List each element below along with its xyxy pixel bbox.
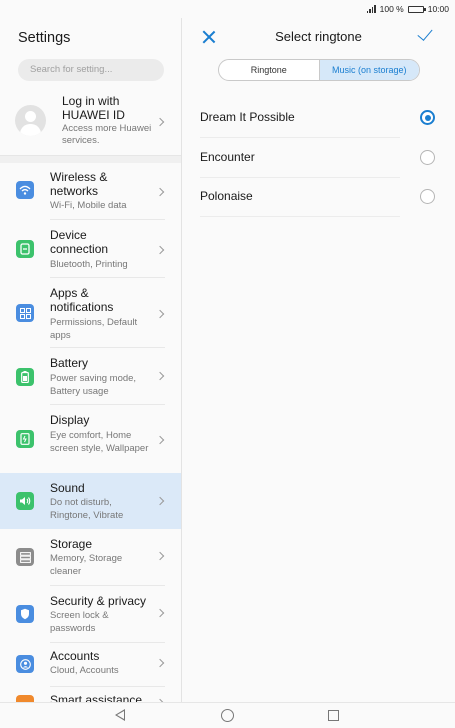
menu-item-title: Battery [50,356,89,370]
navigation-bar [0,702,455,728]
menu-item-smart-assistance[interactable]: Smart assistance [0,687,181,702]
menu-item-title: Accounts [50,649,100,663]
menu-item-title: Security & privacy [50,594,147,608]
tab-ringtone[interactable]: Ringtone [219,60,319,80]
menu-item-desc: Do not disturb, Ringtone, Vibrate [50,497,124,521]
menu-item-title: Sound [50,481,85,495]
search-input[interactable]: Search for setting... [18,59,164,81]
shield-icon [16,605,34,623]
chevron-right-icon [155,658,165,668]
chevron-right-icon [155,608,165,618]
menu-item-title: Device connection [50,228,109,256]
section-divider [0,155,181,163]
clock: 10:00 [427,4,449,14]
radio-selected[interactable] [420,110,435,125]
menu-item-battery[interactable]: Battery Power saving mode, Battery usage [0,348,181,405]
menu-item-apps-notifications[interactable]: Apps & notifications Permissions, Defaul… [0,278,181,348]
ringtone-name: Encounter [200,150,255,164]
menu-item-device-connection[interactable]: Device connection Bluetooth, Printing [0,220,181,278]
menu-item-desc: Eye comfort, Home screen style, Wallpape… [50,430,149,454]
menu-item-title: Display [50,413,90,427]
huawei-id-login[interactable]: Log in with HUAWEI ID Access more Huawei… [0,92,181,152]
radio-unselected[interactable] [420,189,435,204]
menu-item-accounts[interactable]: Accounts Cloud, Accounts [0,643,181,687]
home-icon[interactable] [221,709,234,722]
chevron-right-icon [155,435,165,445]
menu-item-storage[interactable]: Storage Memory, Storage cleaner [0,529,181,586]
menu-item-display[interactable]: Display Eye comfort, Home screen style, … [0,405,181,473]
chevron-right-icon [155,117,165,127]
chevron-right-icon [155,496,165,506]
ringtone-name: Polonaise [200,189,253,203]
menu-item-desc: Permissions, Default apps [50,317,138,341]
accounts-icon [16,655,34,673]
menu-item-title: Smart assistance [50,693,143,702]
chevron-right-icon [155,187,165,197]
battery-percent: 100 % [379,4,404,14]
menu-item-desc: Bluetooth, Printing [50,259,128,270]
ringtone-source-tabs: Ringtone Music (on storage) [218,59,420,81]
settings-pane: Settings Search for setting... Log in wi… [0,18,181,702]
recent-apps-icon[interactable] [328,710,339,721]
page-title: Select ringtone [275,29,362,44]
menu-item-wireless-networks[interactable]: Wireless & networks Wi-Fi, Mobile data [0,164,181,220]
status-bar: 100 % 10:00 [0,0,455,18]
menu-item-desc: Power saving mode, Battery usage [50,373,137,397]
menu-item-desc: Screen lock & passwords [50,610,109,634]
ringtone-item[interactable]: Dream It Possible [200,98,435,138]
apps-icon [16,304,34,322]
ringtone-item[interactable]: Polonaise [200,177,435,217]
chevron-right-icon [155,551,165,561]
account-subtitle: Access more Huawei services. [62,123,152,146]
tab-music-on-storage[interactable]: Music (on storage) [318,60,419,80]
ringtone-pane: Select ringtone Ringtone Music (on stora… [182,18,455,702]
settings-title: Settings [18,30,71,46]
battery-icon [16,368,34,386]
menu-item-title: Storage [50,537,93,551]
storage-icon [16,548,34,566]
back-icon[interactable] [115,709,125,721]
display-icon [16,430,34,448]
battery-status-icon [407,5,426,13]
chevron-right-icon [155,309,165,319]
menu-item-desc: Cloud, Accounts [50,665,119,676]
menu-item-desc: Memory, Storage cleaner [50,553,123,577]
ringtone-name: Dream It Possible [200,110,295,124]
avatar [15,105,46,136]
menu-item-desc: Wi-Fi, Mobile data [50,200,127,211]
chevron-right-icon [155,245,165,255]
sound-icon [16,492,34,510]
wifi-icon [16,181,34,199]
signal-icon [366,5,376,13]
account-title: Log in with HUAWEI ID [62,94,125,122]
menu-item-title: Wireless & networks [50,170,108,198]
menu-item-security-privacy[interactable]: Security & privacy Screen lock & passwor… [0,586,181,643]
smart-assistance-icon [16,695,34,702]
menu-item-sound[interactable]: Sound Do not disturb, Ringtone, Vibrate [0,473,181,529]
chevron-right-icon [155,371,165,381]
menu-item-title: Apps & notifications [50,286,114,314]
ringtone-header: Select ringtone [182,18,455,56]
device-connection-icon [16,240,34,258]
ringtone-item[interactable]: Encounter [200,138,435,178]
radio-unselected[interactable] [420,150,435,165]
